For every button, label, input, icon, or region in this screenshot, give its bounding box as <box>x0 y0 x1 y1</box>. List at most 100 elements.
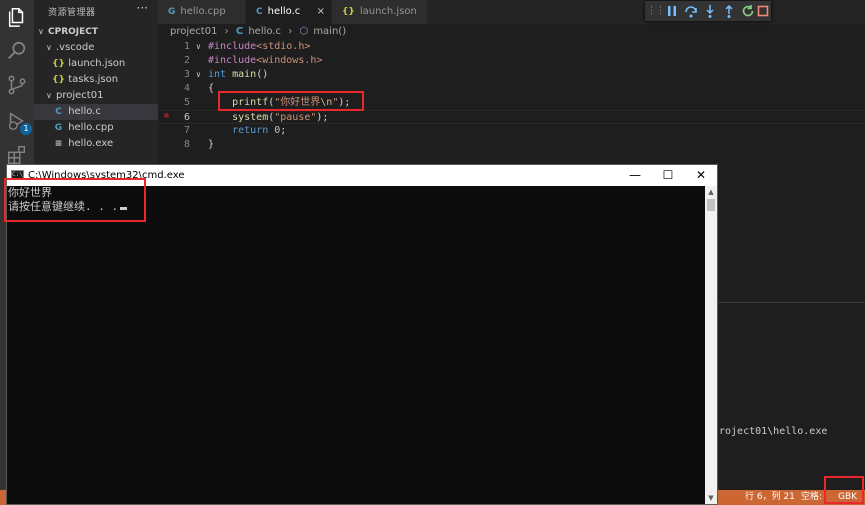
breadcrumb-file[interactable]: hello.c <box>248 26 281 37</box>
fold-chevron-icon[interactable]: ∨ <box>196 40 201 54</box>
chevron-down-icon: ∨ <box>38 27 44 36</box>
breadcrumb-separator: › <box>288 26 293 37</box>
maximize-button[interactable]: ☐ <box>650 165 686 186</box>
json-file-icon: {} <box>52 75 65 85</box>
code-line[interactable]: 6 system("pause"); <box>158 110 865 124</box>
symbol-method-icon: ⬡ <box>299 26 309 37</box>
tree-folder-project01[interactable]: ∨ project01 <box>34 88 158 104</box>
code-token: system <box>232 112 269 123</box>
indentation-setting[interactable]: 空格: <box>801 490 822 505</box>
restart-icon[interactable] <box>740 3 756 19</box>
cmd-scrollbar[interactable]: ▲ ▼ <box>705 186 717 504</box>
line-number: 6 <box>183 112 190 123</box>
code-token: } <box>208 139 215 150</box>
code-text: system("pause"); <box>208 111 328 125</box>
cpp-file-icon: G <box>168 7 176 17</box>
breadcrumb-folder[interactable]: project01 <box>170 26 217 37</box>
code-token: #include <box>208 55 257 66</box>
json-file-icon: {} <box>342 7 355 17</box>
run-debug-icon[interactable]: 1 <box>6 110 32 135</box>
json-file-icon: {} <box>52 59 65 69</box>
code-line[interactable]: 2 #include<windows.h> <box>158 54 865 68</box>
terminal-output: roject01\hello.exe <box>719 426 828 437</box>
annotation-box-printf <box>218 91 364 111</box>
tree-label: .vscode <box>56 42 95 53</box>
code-token: ); <box>316 112 329 123</box>
tree-file-hello-exe[interactable]: ≡ hello.exe <box>34 136 158 152</box>
step-over-icon[interactable] <box>683 3 699 19</box>
minimize-button[interactable]: — <box>617 165 653 186</box>
tree-folder-vscode[interactable]: ∨ .vscode <box>34 40 158 56</box>
code-token: <windows.h> <box>256 55 323 66</box>
tree-label: hello.exe <box>68 138 114 149</box>
chevron-down-icon: ∨ <box>46 43 52 52</box>
tree-file-launch-json[interactable]: {} launch.json <box>34 56 158 72</box>
cursor-position[interactable]: 行 6，列 21 <box>745 490 795 505</box>
code-line[interactable]: 7 return 0; <box>158 124 865 138</box>
step-out-icon[interactable] <box>721 3 737 19</box>
scroll-thumb[interactable] <box>707 199 715 211</box>
search-icon[interactable] <box>6 40 28 62</box>
tree-label: project01 <box>56 90 104 101</box>
tab-hello-cpp[interactable]: Ghello.cpp <box>158 0 246 24</box>
code-line[interactable]: 8} <box>158 138 865 152</box>
tab-hello-c[interactable]: Chello.c × <box>246 0 332 24</box>
code-token: () <box>256 69 269 80</box>
tree-file-tasks-json[interactable]: {} tasks.json <box>34 72 158 88</box>
code-text: int main() <box>208 68 268 82</box>
breadcrumb: project01 › C hello.c › ⬡ main() <box>170 26 350 40</box>
annotation-box-encoding <box>824 476 864 504</box>
code-text: #include<windows.h> <box>208 54 322 68</box>
tree-folder-cproject[interactable]: ∨ CPROJECT <box>34 24 158 40</box>
drag-handle-icon[interactable]: ⋮⋮ <box>647 3 665 19</box>
files-icon[interactable] <box>6 6 28 28</box>
cmd-console[interactable]: 你好世界 请按任意键继续. . . <box>7 186 705 504</box>
binary-file-icon: ≡ <box>54 139 63 149</box>
chevron-down-icon: ∨ <box>46 91 52 100</box>
code-token: "pause" <box>274 112 317 123</box>
fold-chevron-icon[interactable]: ∨ <box>196 68 201 82</box>
line-number: 4 <box>183 83 190 94</box>
debug-toolbar: ⋮⋮ <box>645 1 771 21</box>
tree-label: tasks.json <box>68 74 119 85</box>
explorer-title: 资源管理器 <box>48 8 96 18</box>
c-file-icon: C <box>235 26 244 37</box>
code-text: } <box>208 138 214 152</box>
line-number: 5 <box>183 97 190 108</box>
c-file-icon: C <box>55 107 62 117</box>
step-into-icon[interactable] <box>702 3 718 19</box>
tree-file-hello-cpp[interactable]: G hello.cpp <box>34 120 158 136</box>
scroll-down-icon[interactable]: ▼ <box>705 492 717 504</box>
code-token: #include <box>208 41 257 52</box>
code-text: { <box>208 82 214 96</box>
tree-file-hello-c[interactable]: C hello.c <box>34 104 158 120</box>
code-token: return <box>232 125 269 136</box>
tree-label: hello.cpp <box>68 122 114 133</box>
code-token: { <box>208 83 215 94</box>
breadcrumb-symbol[interactable]: main() <box>313 26 346 37</box>
code-token: int <box>208 69 227 80</box>
code-line[interactable]: 3 ∨ int main() <box>158 68 865 82</box>
code-text: #include<stdio.h> <box>208 40 310 54</box>
close-icon[interactable]: × <box>317 0 325 24</box>
tab-label: hello.c <box>267 6 301 17</box>
more-actions-icon[interactable]: ··· <box>137 1 148 15</box>
pause-icon[interactable] <box>664 3 680 19</box>
stop-icon[interactable] <box>755 3 771 19</box>
tab-launch-json[interactable]: {} launch.json <box>332 0 428 24</box>
source-control-icon[interactable] <box>6 74 28 96</box>
scroll-up-icon[interactable]: ▲ <box>705 186 717 198</box>
tab-label: launch.json <box>359 6 417 17</box>
c-file-icon: C <box>256 7 263 17</box>
line-number: 8 <box>183 139 190 150</box>
tab-label: hello.cpp <box>180 6 226 17</box>
code-text: return 0; <box>208 124 286 138</box>
code-token: <stdio.h> <box>256 41 311 52</box>
code-line[interactable]: 1 ∨ #include<stdio.h> <box>158 40 865 54</box>
line-number: 7 <box>183 125 190 136</box>
breadcrumb-separator: › <box>224 26 229 37</box>
extensions-icon[interactable] <box>6 144 28 166</box>
line-number: 2 <box>183 55 190 66</box>
close-button[interactable]: ✕ <box>683 165 719 186</box>
